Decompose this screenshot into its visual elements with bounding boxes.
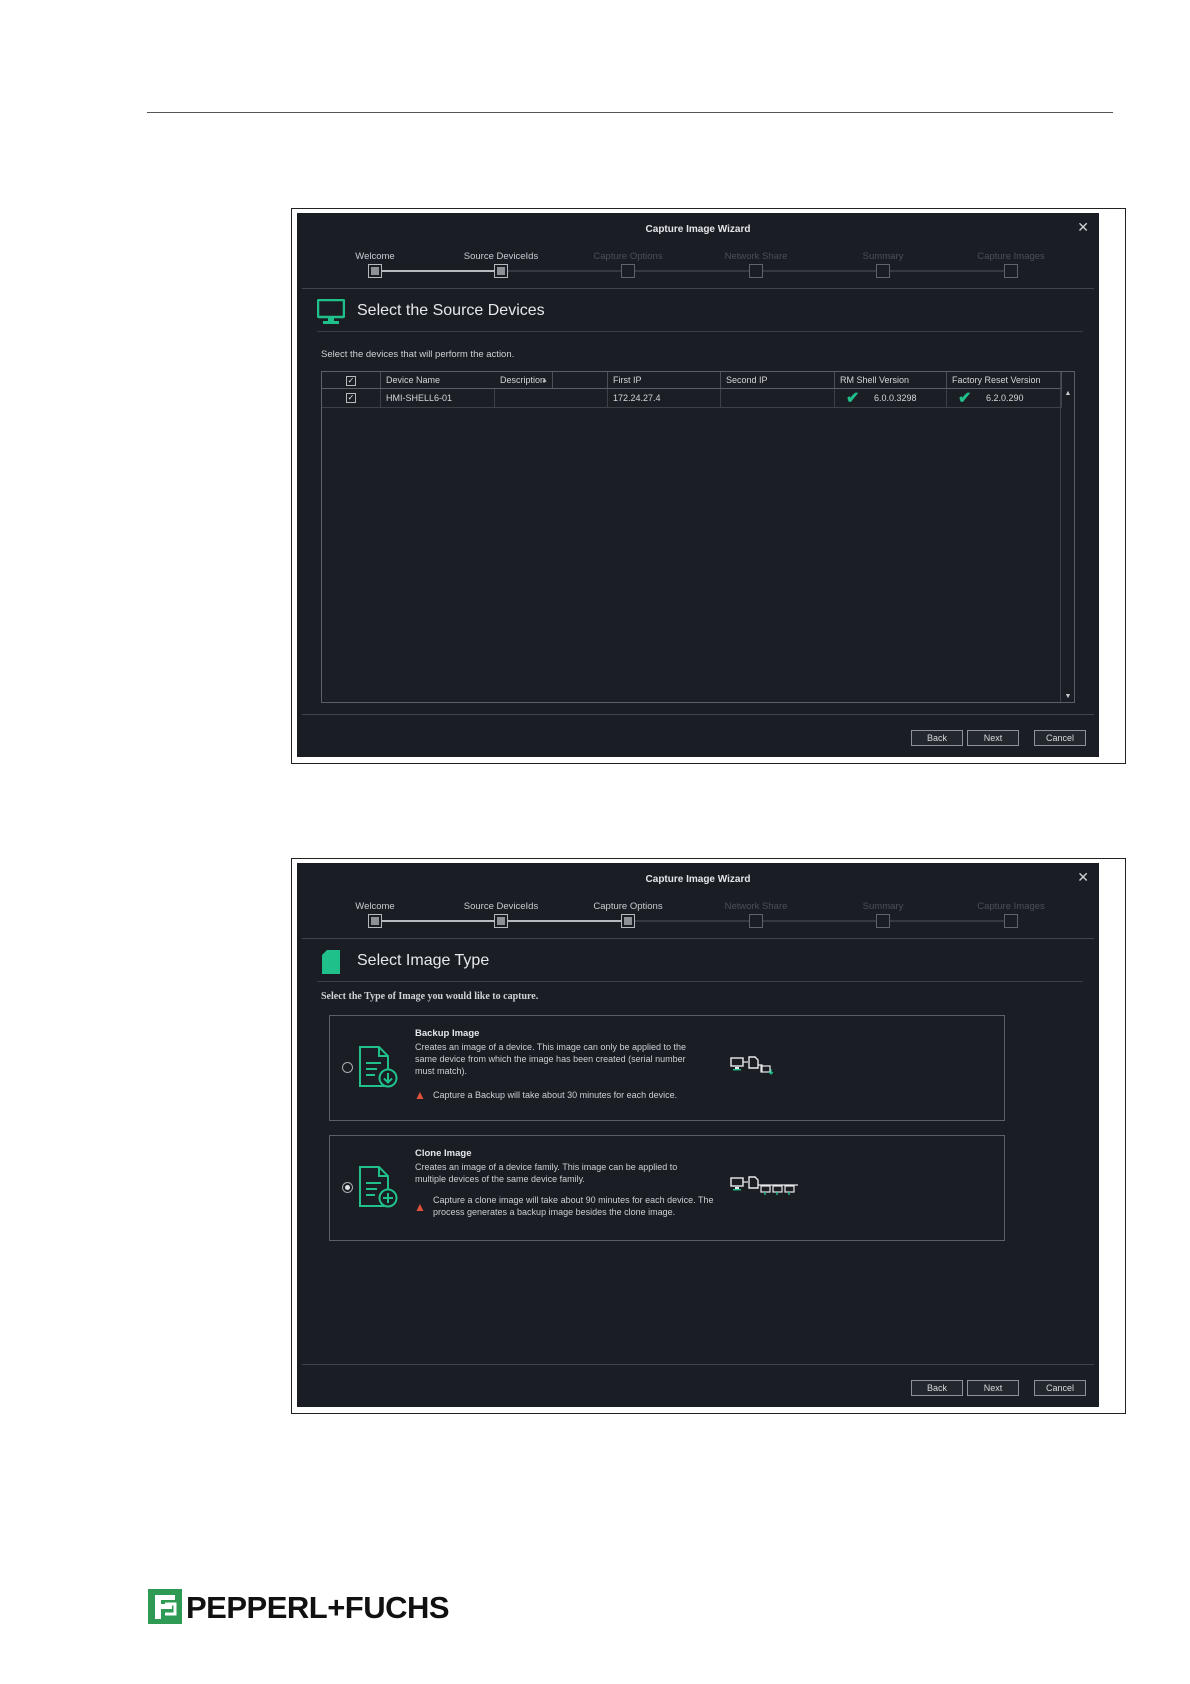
step-marker: [368, 914, 382, 928]
column-header-second-ip[interactable]: Second IP: [721, 372, 835, 388]
column-header-factory-reset-version[interactable]: Factory Reset Version: [947, 372, 1062, 388]
wizard-window: Capture Image Wizard ✕ Welcome Source De…: [297, 863, 1099, 1407]
option-warning: Capture a clone image will take about 90…: [433, 1195, 714, 1217]
clone-image-radio[interactable]: [342, 1182, 353, 1193]
logo-wordmark: PEPPERL+FUCHS: [186, 1590, 450, 1625]
step-marker: [749, 264, 763, 278]
step-label-welcome: Welcome: [355, 901, 395, 912]
divider: [302, 938, 1094, 939]
step-label-capture-images: Capture Images: [977, 901, 1045, 912]
step-label-summary: Summary: [862, 251, 904, 262]
warning-icon: ▲: [414, 1088, 426, 1102]
document-icon: [321, 950, 341, 979]
step-label-source-deviceids: Source DeviceIds: [463, 251, 539, 262]
divider: [317, 331, 1083, 332]
option-title: Backup Image: [415, 1028, 480, 1039]
wizard-window: Capture Image Wizard ✕ Welcome Source De…: [297, 213, 1099, 757]
next-button[interactable]: Next: [967, 1380, 1019, 1396]
option-description: Creates an image of a device family. Thi…: [415, 1162, 678, 1184]
version-value: 6.0.0.3298: [874, 393, 917, 403]
step-marker: [621, 264, 635, 278]
option-description: Creates an image of a device. This image…: [415, 1042, 686, 1076]
header-rule: [147, 112, 1113, 113]
divider: [302, 714, 1094, 715]
step-label-network-share: Network Share: [724, 251, 788, 262]
column-label: Device Name: [386, 375, 441, 385]
logo-mark-icon: [148, 1589, 182, 1624]
warning-icon: ▲: [414, 1200, 426, 1214]
wizard-steps: Welcome Source DeviceIds Capture Options…: [297, 901, 1099, 941]
cell-factory-reset-version: ✔ 6.2.0.290: [947, 389, 1062, 407]
column-header-first-ip[interactable]: First IP: [608, 372, 721, 388]
cancel-button[interactable]: Cancel: [1034, 1380, 1086, 1396]
monitor-icon: [316, 298, 346, 330]
close-icon[interactable]: ✕: [1077, 869, 1089, 886]
step-marker: [494, 914, 508, 928]
step-marker: [876, 264, 890, 278]
step-connector: [375, 270, 501, 272]
header-select-all-cell: ✓: [322, 372, 381, 388]
backup-document-icon: [357, 1046, 399, 1093]
step-marker: [1004, 914, 1018, 928]
step-marker: [749, 914, 763, 928]
clone-document-icon: [357, 1166, 399, 1213]
version-value: 6.2.0.290: [986, 393, 1024, 403]
column-header-description[interactable]: Description: [495, 372, 608, 388]
option-backup-image[interactable]: Backup Image Creates an image of a devic…: [329, 1015, 1005, 1121]
table-row[interactable]: ✓ HMI-SHELL6-01 172.24.27.4 ✔ 6.0.0.3298 …: [322, 389, 1062, 408]
step-marker: [1004, 264, 1018, 278]
backup-flow-diagram-icon: [730, 1056, 776, 1081]
row-checkbox[interactable]: ✓: [346, 393, 356, 403]
clone-flow-diagram-icon: [730, 1176, 802, 1201]
column-header-rm-shell-version[interactable]: RM Shell Version: [835, 372, 947, 388]
step-connector: [628, 920, 1011, 922]
back-button[interactable]: Back: [911, 730, 963, 746]
step-label-capture-images: Capture Images: [977, 251, 1045, 262]
divider: [317, 981, 1083, 982]
step-label-welcome: Welcome: [355, 251, 395, 262]
cell-description: [495, 389, 608, 407]
scroll-down-icon[interactable]: ▼: [1061, 693, 1075, 700]
table-header: ✓ Device Name ▲ Description First IP Sec…: [322, 372, 1062, 389]
step-marker: [621, 914, 635, 928]
page-title: Select the Source Devices: [357, 302, 545, 319]
cell-first-ip: 172.24.27.4: [608, 389, 721, 407]
back-button[interactable]: Back: [911, 1380, 963, 1396]
screenshot-frame-source-devices: Capture Image Wizard ✕ Welcome Source De…: [291, 208, 1126, 764]
step-label-capture-options: Capture Options: [593, 901, 663, 912]
step-marker: [368, 264, 382, 278]
cell-device-name: HMI-SHELL6-01: [381, 389, 495, 407]
instruction-text: Select the Type of Image you would like …: [321, 991, 539, 1002]
divider: [302, 1364, 1094, 1365]
select-all-checkbox[interactable]: ✓: [346, 376, 356, 386]
checkmark-icon: ✔: [958, 390, 972, 407]
row-select-cell: ✓: [322, 389, 381, 407]
cell-rm-shell-version: ✔ 6.0.0.3298: [835, 389, 947, 407]
cancel-button[interactable]: Cancel: [1034, 730, 1086, 746]
backup-image-radio[interactable]: [342, 1062, 353, 1073]
option-clone-image[interactable]: Clone Image Creates an image of a device…: [329, 1135, 1005, 1241]
checkmark-icon: ✔: [846, 390, 860, 407]
step-label-capture-options: Capture Options: [593, 251, 663, 262]
instruction-text: Select the devices that will perform the…: [321, 349, 515, 360]
page-title: Select Image Type: [357, 952, 490, 969]
screenshot-frame-image-type: Capture Image Wizard ✕ Welcome Source De…: [291, 858, 1126, 1414]
option-warning: Capture a Backup will take about 30 minu…: [433, 1090, 678, 1100]
step-marker: [494, 264, 508, 278]
close-icon[interactable]: ✕: [1077, 219, 1089, 236]
scroll-up-icon[interactable]: ▲: [1061, 390, 1075, 397]
wizard-title: Capture Image Wizard: [645, 224, 751, 235]
step-label-source-deviceids: Source DeviceIds: [463, 901, 539, 912]
cell-second-ip: [721, 389, 835, 407]
step-label-summary: Summary: [862, 901, 904, 912]
wizard-steps: Welcome Source DeviceIds Capture Options…: [297, 251, 1099, 291]
wizard-title: Capture Image Wizard: [645, 874, 751, 885]
next-button[interactable]: Next: [967, 730, 1019, 746]
option-title: Clone Image: [415, 1148, 472, 1159]
table-scrollbar[interactable]: ▲ ▼: [1060, 372, 1074, 702]
step-label-network-share: Network Share: [724, 901, 788, 912]
step-marker: [876, 914, 890, 928]
device-table: ✓ Device Name ▲ Description First IP Sec…: [321, 371, 1075, 703]
divider: [302, 288, 1094, 289]
